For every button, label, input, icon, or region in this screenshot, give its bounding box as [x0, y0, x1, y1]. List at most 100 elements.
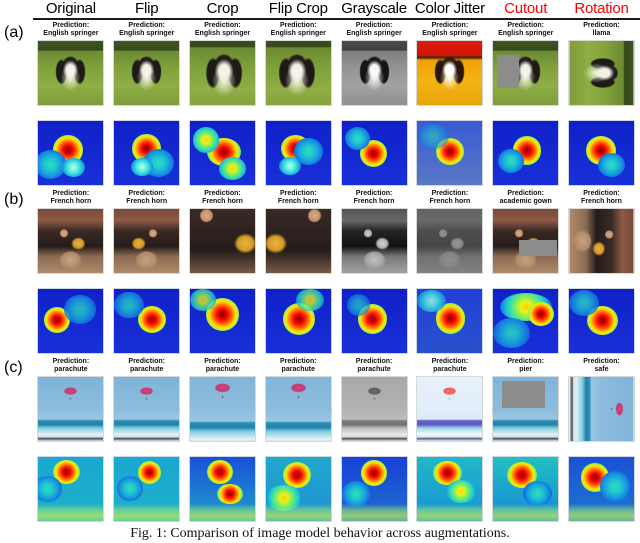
heatmap-c-flip-crop [264, 456, 332, 522]
header-divider-rule [33, 18, 640, 20]
column-header-flip: Flip [135, 0, 159, 17]
cell-c-crop: Prediction: parachute [185, 358, 261, 442]
prediction-label: Prediction: pier [507, 358, 544, 374]
heatmap-c-crop [188, 456, 256, 522]
prediction-label: Prediction: English springer [498, 22, 554, 38]
panel-label-b: (b) [4, 191, 24, 208]
prediction-label: Prediction: French horn [353, 190, 395, 206]
cell-c-heat-crop [185, 456, 261, 522]
heatmap-a-color-jitter [416, 120, 484, 186]
prediction-label: Prediction: French horn [202, 190, 243, 206]
image-a-crop [188, 40, 256, 106]
prediction-label: Prediction: English springer [422, 22, 478, 38]
cell-b-flip-crop: Prediction: French horn [260, 190, 336, 274]
heatmap-c-cutout [492, 456, 560, 522]
prediction-label: Prediction: French horn [50, 190, 92, 206]
cell-c-original: Prediction: parachute [33, 358, 109, 442]
cell-a-crop: Prediction: English springer [185, 22, 261, 106]
image-b-flip-crop [264, 208, 332, 274]
heatmap-b-cutout [492, 288, 560, 354]
figure-caption: Fig. 1: Comparison of image model behavi… [130, 526, 510, 541]
cell-c-color-jitter: Prediction: parachute [412, 358, 488, 442]
heatmap-c-color-jitter [416, 456, 484, 522]
column-header-flip-crop: Flip Crop [268, 0, 328, 17]
cell-b-heat-crop [185, 288, 261, 354]
heatmap-a-crop [188, 120, 256, 186]
image-b-crop [188, 208, 256, 274]
cell-b-heat-flip-crop [260, 288, 336, 354]
cell-c-heat-color-jitter [412, 456, 488, 522]
cutout-patch [502, 380, 546, 408]
cell-a-heat-flip-crop [260, 120, 336, 186]
cell-b-heat-flip [109, 288, 185, 354]
cell-c-heat-rotation [564, 456, 640, 522]
figure-root: Original Flip Crop Flip Crop Grayscale C… [0, 0, 640, 543]
image-a-color-jitter [416, 40, 484, 106]
row-c-images: Prediction: parachute Prediction: parach… [33, 358, 640, 442]
heatmap-c-grayscale [340, 456, 408, 522]
prediction-label: Prediction: English springer [346, 22, 402, 38]
cell-c-grayscale: Prediction: parachute [336, 358, 412, 442]
heatmap-c-rotation [567, 456, 635, 522]
cell-c-cutout: Prediction: pier [488, 358, 564, 442]
prediction-label: Prediction: English springer [270, 22, 326, 38]
image-c-grayscale [340, 376, 408, 442]
row-b-heatmaps [33, 288, 640, 354]
column-header-crop: Crop [206, 0, 239, 17]
cell-b-grayscale: Prediction: French horn [336, 190, 412, 274]
cell-a-heat-crop [185, 120, 261, 186]
cell-a-rotation: Prediction: llama [564, 22, 640, 106]
cell-c-heat-flip [109, 456, 185, 522]
image-c-original [37, 376, 105, 442]
prediction-label: Prediction: parachute [280, 358, 317, 374]
heatmap-c-flip [113, 456, 181, 522]
image-c-flip [113, 376, 181, 442]
column-header-row: Original Flip Crop Flip Crop Grayscale C… [33, 0, 640, 18]
cell-b-heat-original [33, 288, 109, 354]
panel-label-c: (c) [4, 359, 23, 376]
prediction-label: Prediction: French horn [126, 190, 168, 206]
row-a-images: Prediction: English springer Prediction:… [33, 22, 640, 106]
heatmap-a-flip [113, 120, 181, 186]
cell-c-rotation: Prediction: safe [564, 358, 640, 442]
cell-b-heat-rotation [564, 288, 640, 354]
panel-label-a: (a) [4, 24, 24, 41]
heatmap-b-grayscale [340, 288, 408, 354]
prediction-label: Prediction: parachute [128, 358, 165, 374]
heatmap-b-rotation [567, 288, 635, 354]
heatmap-c-original [37, 456, 105, 522]
heatmap-a-grayscale [340, 120, 408, 186]
prediction-label: Prediction: English springer [194, 22, 251, 38]
prediction-label: Prediction: French horn [429, 190, 471, 206]
prediction-label: Prediction: academic gown [499, 190, 552, 206]
cell-b-cutout: Prediction: academic gown [488, 190, 564, 274]
cell-b-heat-grayscale [336, 288, 412, 354]
prediction-label: Prediction: English springer [119, 22, 175, 38]
prediction-label: Prediction: French horn [277, 190, 319, 206]
prediction-label: Prediction: parachute [355, 358, 393, 374]
image-b-original [37, 208, 105, 274]
column-header-color-jitter: Color Jitter [414, 0, 485, 17]
cell-a-heat-original [33, 120, 109, 186]
image-b-grayscale [340, 208, 408, 274]
image-a-rotation [567, 40, 635, 106]
heatmap-a-original [37, 120, 105, 186]
prediction-label: Prediction: English springer [43, 22, 99, 38]
image-b-flip [113, 208, 181, 274]
image-b-cutout [492, 208, 560, 274]
cell-b-heat-color-jitter [412, 288, 488, 354]
image-a-grayscale [340, 40, 408, 106]
heatmap-b-crop [188, 288, 256, 354]
cell-c-flip-crop: Prediction: parachute [260, 358, 336, 442]
cell-a-cutout: Prediction: English springer [488, 22, 564, 106]
heatmap-a-rotation [567, 120, 635, 186]
cell-a-flip: Prediction: English springer [109, 22, 185, 106]
image-a-flip-crop [264, 40, 332, 106]
image-c-cutout [492, 376, 560, 442]
prediction-label: Prediction: parachute [52, 358, 90, 374]
cell-c-heat-flip-crop [260, 456, 336, 522]
column-header-grayscale: Grayscale [341, 0, 407, 17]
prediction-label: Prediction: parachute [204, 358, 241, 374]
row-b-images: Prediction: French horn Prediction: Fren… [33, 190, 640, 274]
cell-b-heat-cutout [488, 288, 564, 354]
